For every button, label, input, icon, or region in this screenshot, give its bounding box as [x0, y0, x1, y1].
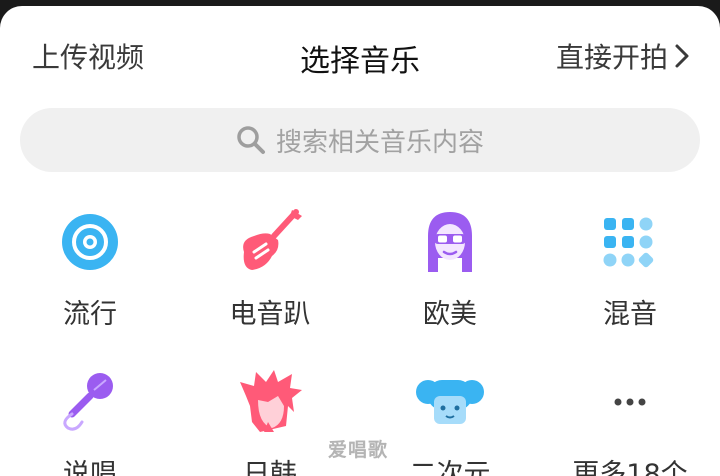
category-more[interactable]: 更多18个	[540, 366, 720, 476]
electric-guitar-icon	[243, 209, 302, 270]
shoot-directly-button[interactable]: 直接开拍	[556, 36, 690, 76]
header: 上传视频 选择音乐 直接开拍	[0, 6, 720, 98]
music-picker-sheet: 上传视频 选择音乐 直接开拍 搜索相关音乐内容 流行 电音趴 欧美 混音 说唱 …	[0, 6, 720, 476]
search-icon	[237, 126, 265, 154]
microphone-icon	[63, 373, 113, 431]
search-placeholder: 搜索相关音乐内容	[275, 127, 484, 158]
category-label: 电音趴	[229, 299, 311, 330]
category-edm[interactable]: 电音趴	[180, 206, 360, 331]
vinyl-disc-icon	[62, 214, 118, 270]
dot-grid-icon	[603, 217, 654, 268]
category-rap[interactable]: 说唱	[0, 366, 180, 476]
shoot-directly-label: 直接开拍	[555, 41, 668, 74]
category-label: 说唱	[63, 459, 117, 476]
category-pop[interactable]: 流行	[0, 206, 180, 331]
category-label: 欧美	[423, 299, 477, 330]
watermark: 爱唱歌	[328, 439, 389, 461]
search-input[interactable]: 搜索相关音乐内容	[20, 108, 700, 172]
category-label: 流行	[63, 299, 117, 330]
category-label: 混音	[603, 299, 657, 330]
chevron-right-icon	[675, 44, 689, 68]
anime-character-icon	[416, 380, 484, 424]
sunglasses-face-icon	[428, 212, 472, 272]
category-remix[interactable]: 混音	[540, 206, 720, 331]
more-dots-icon	[614, 398, 646, 406]
category-label: 更多18个	[572, 459, 688, 476]
spiky-hair-face-icon	[240, 370, 302, 432]
category-western[interactable]: 欧美	[360, 206, 540, 331]
